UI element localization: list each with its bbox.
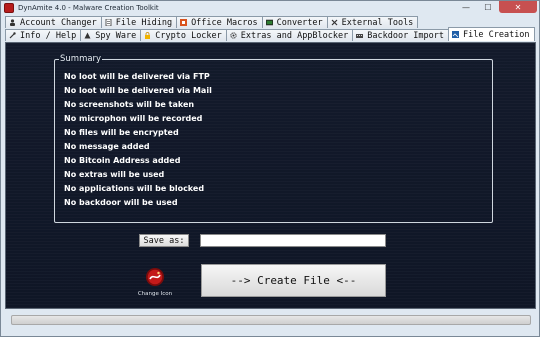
summary-line: No microphon will be recorded (64, 114, 203, 123)
tab-label: File Creation (463, 29, 530, 40)
change-icon-button[interactable]: Change Icon (136, 267, 174, 299)
summary-line: No loot will be delivered via FTP (64, 72, 210, 81)
tab-label: Backdoor Import (367, 30, 445, 41)
tab-label: Converter (276, 17, 323, 28)
summary-line: No screenshots will be taken (64, 100, 195, 109)
tab-backdoor-import[interactable]: Backdoor Import (352, 29, 450, 41)
summary-line: No files will be encrypted (64, 128, 179, 137)
keyboard-icon (356, 32, 364, 39)
gear-icon (230, 32, 237, 39)
maximize-button[interactable]: ☐ (477, 1, 499, 13)
progress-bar (11, 315, 531, 325)
save-as-button[interactable]: Save as: (139, 234, 189, 247)
person-icon (9, 19, 16, 26)
summary-line: No Bitcoin Address added (64, 156, 181, 165)
file-creation-icon (452, 31, 460, 38)
window-controls: — ☐ ✕ (455, 1, 537, 14)
tab-external-tools[interactable]: External Tools (326, 16, 419, 28)
office-icon (180, 19, 188, 26)
document-icon (105, 18, 112, 27)
summary-line: No applications will be blocked (64, 184, 205, 193)
tab-row-bottom: Info / Help Spy Ware Crypto Locker Extra… (5, 27, 535, 41)
create-file-button[interactable]: --> Create File <-- (201, 264, 386, 297)
summary-legend: Summary (59, 54, 103, 64)
tab-label: Crypto Locker (155, 30, 222, 41)
summary-line: No extras will be used (64, 170, 165, 179)
tab-account-changer[interactable]: Account Changer (5, 16, 102, 28)
tab-label: Extras and AppBlocker (240, 30, 349, 41)
tab-label: Office Macros (191, 17, 258, 28)
tab-file-creation[interactable]: File Creation (448, 27, 535, 41)
window-title: DynAmite 4.0 - Malware Creation Toolkit (18, 4, 159, 12)
tab-spy-ware[interactable]: Spy Ware (80, 29, 142, 41)
app-window: DynAmite 4.0 - Malware Creation Toolkit … (0, 0, 540, 337)
tab-row-top: Account Changer File Hiding Office Macro… (5, 16, 419, 28)
tab-file-hiding[interactable]: File Hiding (100, 16, 178, 28)
monitor-icon (265, 19, 273, 26)
tab-converter[interactable]: Converter (261, 16, 328, 28)
minimize-button[interactable]: — (455, 1, 477, 13)
tab-info-help[interactable]: Info / Help (5, 29, 82, 41)
tab-label: Info / Help (20, 30, 77, 41)
close-button[interactable]: ✕ (499, 1, 537, 13)
summary-group: Summary No loot will be delivered via FT… (54, 54, 493, 223)
summary-line: No loot will be delivered via Mail (64, 86, 212, 95)
spy-icon (84, 32, 91, 39)
help-icon (9, 32, 16, 39)
tab-office-macros[interactable]: Office Macros (176, 16, 263, 28)
tab-crypto-locker[interactable]: Crypto Locker (140, 29, 227, 41)
tab-label: Account Changer (20, 17, 97, 28)
title-bar: DynAmite 4.0 - Malware Creation Toolkit … (1, 1, 539, 15)
summary-line: No message added (64, 142, 150, 151)
tools-icon (331, 19, 338, 26)
tab-extras-appblocker[interactable]: Extras and AppBlocker (225, 29, 354, 41)
file-creation-panel: Summary No loot will be delivered via FT… (5, 42, 536, 309)
change-icon-label: Change Icon (137, 291, 173, 297)
lock-icon (144, 32, 151, 39)
dynamite-logo-icon (146, 268, 164, 286)
tab-label: File Hiding (115, 17, 173, 28)
tab-label: Spy Ware (95, 30, 137, 41)
tab-label: External Tools (341, 17, 414, 28)
app-icon (4, 3, 14, 13)
summary-line: No backdoor will be used (64, 198, 178, 207)
save-path-input[interactable] (200, 234, 386, 247)
